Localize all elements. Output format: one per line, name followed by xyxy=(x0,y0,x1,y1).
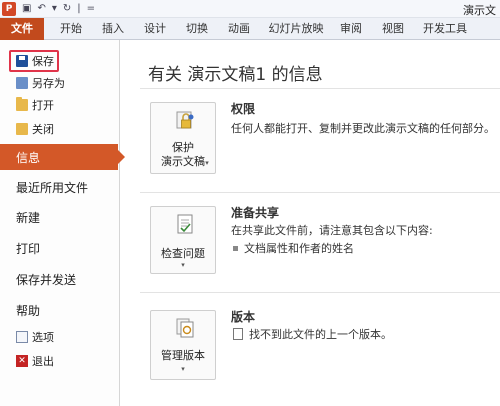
tab-slideshow[interactable]: 幻灯片放映 xyxy=(266,18,326,40)
tab-transitions[interactable]: 切换 xyxy=(182,18,212,40)
qat-separator: | xyxy=(77,3,81,14)
nav-exit-label: 退出 xyxy=(32,355,54,368)
chevron-down-icon: ▾ xyxy=(205,159,209,167)
protect-button-line1: 保护 xyxy=(172,141,194,154)
nav-print[interactable]: 打印 xyxy=(0,235,120,261)
check-document-icon xyxy=(177,214,193,234)
nav-save-as-label: 另存为 xyxy=(32,77,65,90)
powerpoint-app-icon[interactable]: P xyxy=(2,2,16,16)
tab-review[interactable]: 审阅 xyxy=(336,18,366,40)
qat-customize-icon[interactable]: = xyxy=(87,3,95,15)
qat-undo-dropdown-icon[interactable]: ▾ xyxy=(52,3,57,15)
versions-icon xyxy=(176,318,194,338)
nav-open[interactable]: 打开 xyxy=(0,96,120,114)
tab-view[interactable]: 视图 xyxy=(378,18,408,40)
permissions-text: 任何人都能打开、复制并更改此演示文稿的任何部分。 xyxy=(231,122,495,135)
options-icon xyxy=(16,331,28,343)
save-as-icon xyxy=(16,77,28,89)
tab-animations[interactable]: 动画 xyxy=(224,18,254,40)
prepare-share-bullet: 文档属性和作者的姓名 xyxy=(233,240,354,256)
nav-open-label: 打开 xyxy=(32,99,54,112)
check-issues-button[interactable]: 检查问题 ▾ xyxy=(150,206,216,274)
page-title: 有关 演示文稿1 的信息 xyxy=(148,65,323,85)
tab-file[interactable]: 文件 xyxy=(0,18,44,40)
ribbon-tab-bar: 文件 开始 插入 设计 切换 动画 幻灯片放映 审阅 视图 开发工具 xyxy=(0,18,500,40)
check-issues-label: 检查问题 xyxy=(161,247,205,260)
manage-versions-button[interactable]: 管理版本 ▾ xyxy=(150,310,216,380)
qat-undo-icon[interactable]: ↶ xyxy=(37,3,45,15)
section-divider-2 xyxy=(140,292,500,293)
nav-options-label: 选项 xyxy=(32,331,54,344)
versions-row: 找不到此文件的上一个版本。 xyxy=(233,326,392,342)
nav-info[interactable]: 信息 xyxy=(0,144,125,170)
nav-close-label: 关闭 xyxy=(32,123,54,136)
versions-text: 找不到此文件的上一个版本。 xyxy=(249,328,392,341)
nav-recent[interactable]: 最近所用文件 xyxy=(0,174,120,200)
title-bar: P ▣ ↶ ▾ ↻ | = 演示文 xyxy=(0,0,500,18)
tab-design[interactable]: 设计 xyxy=(140,18,170,40)
chevron-down-icon: ▾ xyxy=(181,365,185,373)
nav-close[interactable]: 关闭 xyxy=(0,120,120,138)
lock-icon xyxy=(176,111,194,129)
versions-heading: 版本 xyxy=(231,310,256,324)
prepare-share-heading: 准备共享 xyxy=(231,206,280,220)
qat-redo-icon[interactable]: ↻ xyxy=(63,3,71,15)
close-folder-icon xyxy=(16,123,28,135)
tab-insert[interactable]: 插入 xyxy=(98,18,128,40)
window-title: 演示文 xyxy=(463,4,496,17)
tab-developer[interactable]: 开发工具 xyxy=(420,18,470,40)
nav-save-as[interactable]: 另存为 xyxy=(0,74,120,92)
open-folder-icon xyxy=(16,97,28,111)
exit-icon: ✕ xyxy=(16,355,28,367)
save-highlight-box xyxy=(9,50,59,72)
prepare-share-bullet-text: 文档属性和作者的姓名 xyxy=(244,242,354,255)
prepare-share-text: 在共享此文件前，请注意其包含以下内容: xyxy=(231,224,433,237)
section-divider-1 xyxy=(140,192,500,193)
manage-versions-label: 管理版本 xyxy=(161,349,205,362)
chevron-down-icon: ▾ xyxy=(181,261,185,269)
tab-home[interactable]: 开始 xyxy=(56,18,86,40)
nav-help[interactable]: 帮助 xyxy=(0,297,120,323)
quick-access-toolbar: ▣ ↶ ▾ ↻ | = xyxy=(22,3,95,15)
backstage-nav: 保存 另存为 打开 关闭 信息 最近所用文件 新建 打印 保存并发送 帮助 选项… xyxy=(0,40,125,406)
nav-options[interactable]: 选项 xyxy=(0,328,120,346)
nav-exit[interactable]: ✕ 退出 xyxy=(0,352,120,370)
protect-presentation-button[interactable]: 保护 演示文稿 ▾ xyxy=(150,102,216,174)
document-icon xyxy=(233,328,243,340)
nav-new[interactable]: 新建 xyxy=(0,204,120,230)
title-divider xyxy=(140,88,500,89)
qat-save-icon[interactable]: ▣ xyxy=(22,3,31,15)
bullet-icon xyxy=(233,245,238,251)
permissions-heading: 权限 xyxy=(231,102,256,116)
nav-save-send[interactable]: 保存并发送 xyxy=(0,266,120,292)
